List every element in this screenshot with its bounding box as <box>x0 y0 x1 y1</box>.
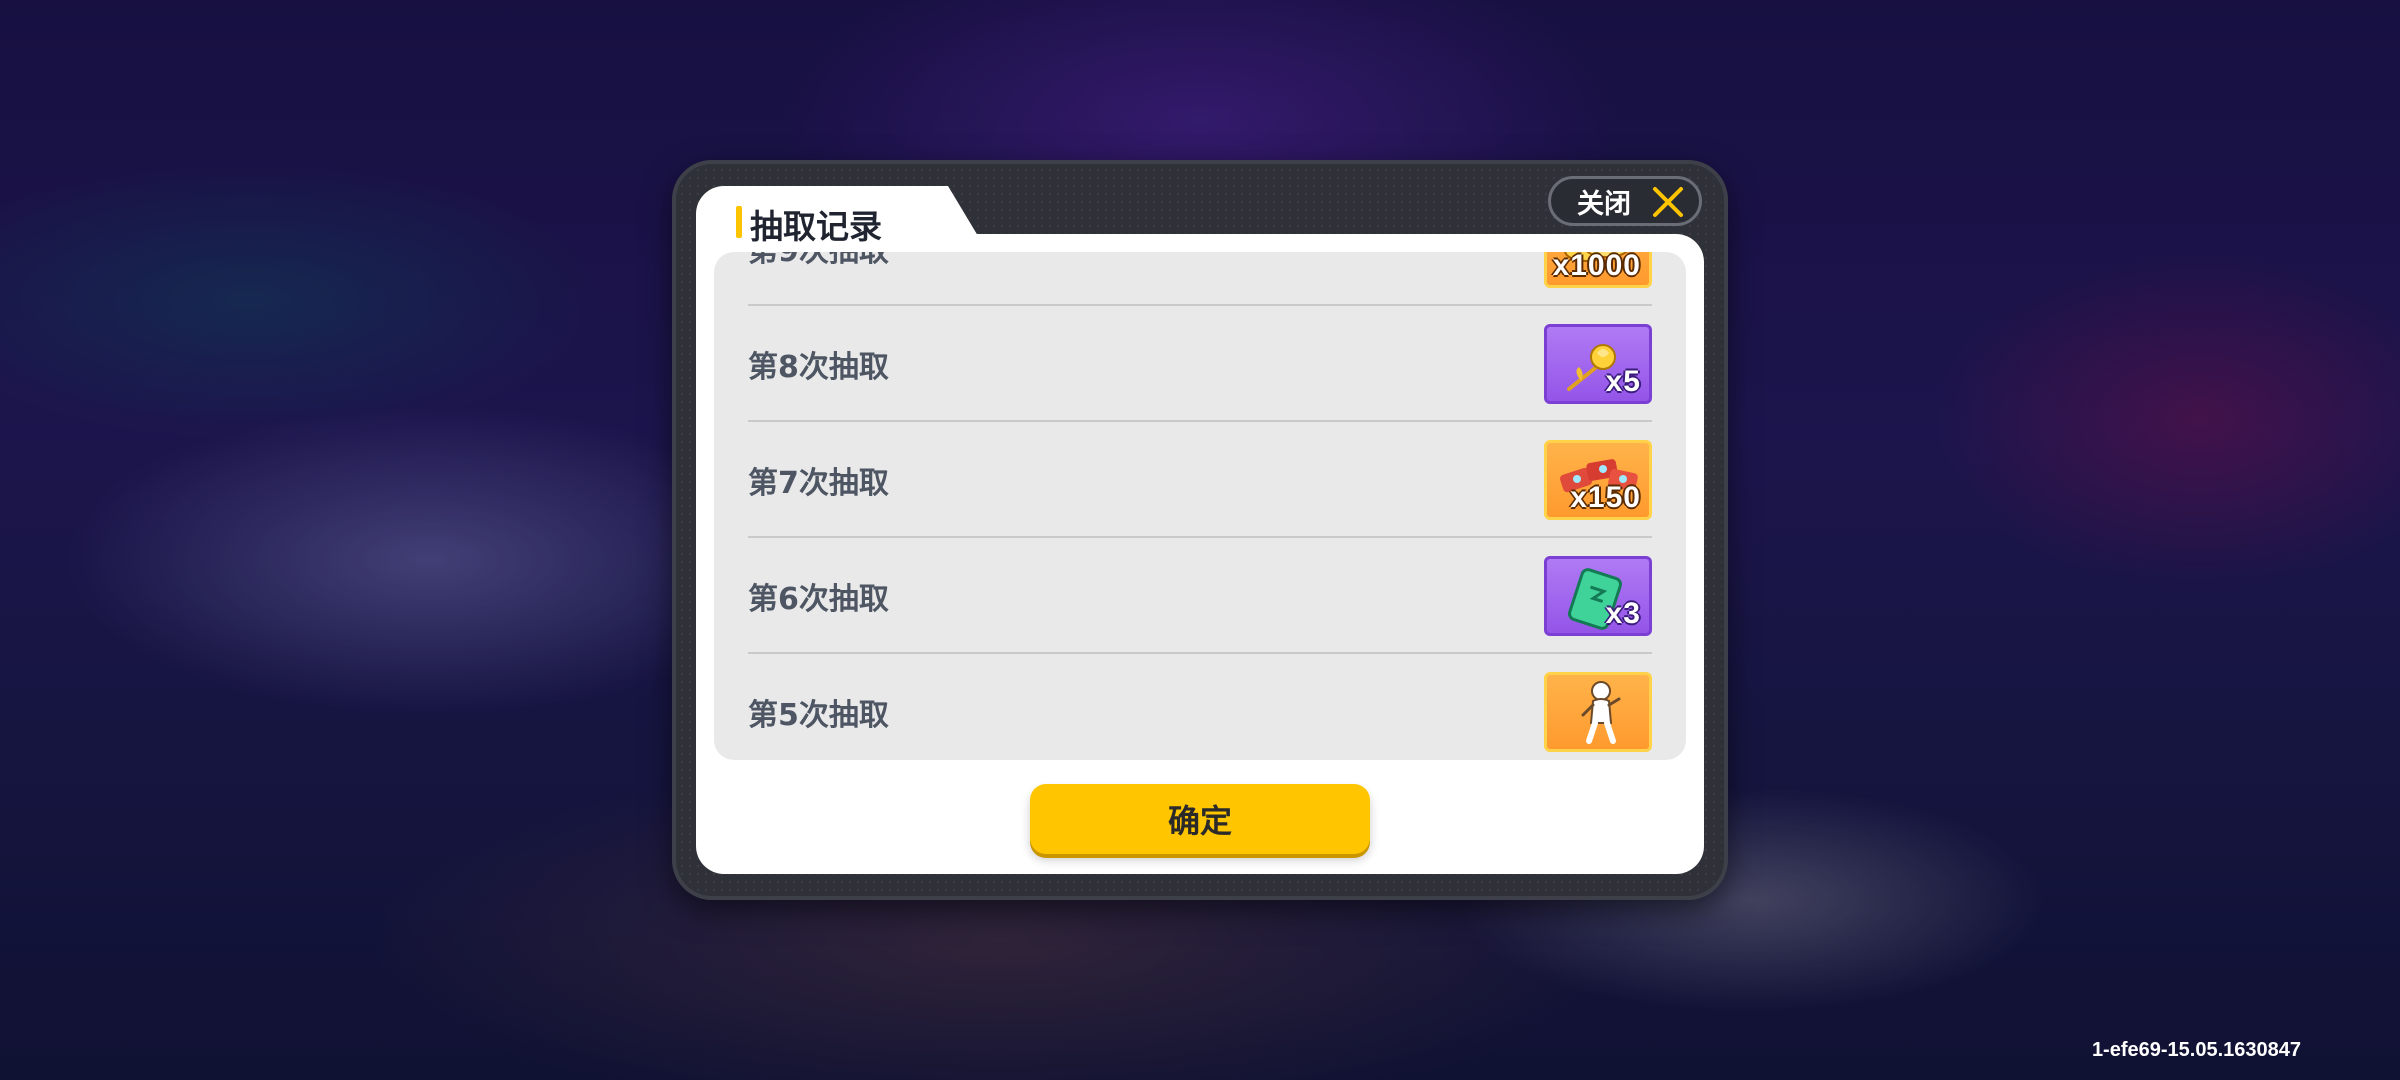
reward-quantity: x5 <box>1605 365 1641 398</box>
draw-label: 第8次抽取 <box>748 350 889 385</box>
draw-label: 第6次抽取 <box>748 582 889 617</box>
draw-label: 第7次抽取 <box>748 466 889 501</box>
list-item: 第5次抽取 <box>748 654 1652 760</box>
confirm-button[interactable]: 确定 <box>1030 784 1370 854</box>
draw-label: 第5次抽取 <box>748 698 889 733</box>
reward-quantity: x3 <box>1605 597 1641 630</box>
reward-item[interactable]: x1000 <box>1544 252 1652 288</box>
dialog-panel: 第9次抽取 x1000 第8次抽取 <box>696 234 1704 874</box>
close-icon <box>1653 187 1683 217</box>
reward-item[interactable]: x150 <box>1544 440 1652 520</box>
close-button[interactable]: 关闭 <box>1548 176 1702 226</box>
draw-label: 第9次抽取 <box>748 252 889 270</box>
title-accent-bar <box>736 206 742 238</box>
draw-history-dialog: 抽取记录 关闭 第9次抽取 x1000 <box>672 160 1728 900</box>
draw-history-list[interactable]: 第9次抽取 x1000 第8次抽取 <box>714 252 1686 760</box>
list-item: 第8次抽取 x5 <box>748 306 1652 422</box>
dialog-title: 抽取记录 <box>750 207 882 246</box>
list-item: 第6次抽取 x3 <box>748 538 1652 654</box>
reward-item[interactable] <box>1544 672 1652 752</box>
confirm-label: 确定 <box>1167 802 1232 840</box>
reward-item[interactable]: x5 <box>1544 324 1652 404</box>
dancing-figure-icon <box>1581 681 1621 744</box>
version-label: 1-efe69-15.05.1630847 <box>2091 1039 2301 1061</box>
reward-item[interactable]: x3 <box>1544 556 1652 636</box>
reward-quantity: x1000 <box>1552 252 1641 282</box>
reward-quantity: x150 <box>1570 481 1641 514</box>
list-item: 第7次抽取 x150 <box>748 422 1652 538</box>
close-label: 关闭 <box>1577 188 1631 220</box>
list-item: 第9次抽取 x1000 <box>748 252 1652 306</box>
